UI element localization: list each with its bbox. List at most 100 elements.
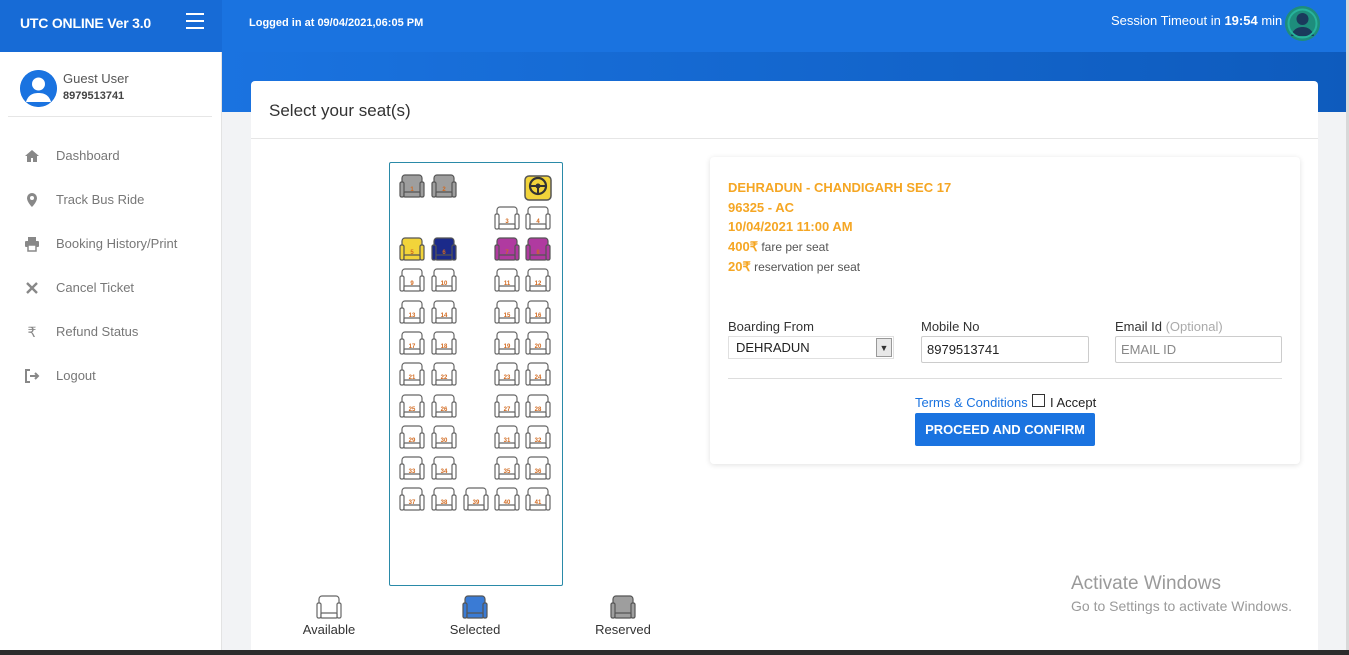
boarding-select[interactable]: DEHRADUN ▼: [728, 336, 894, 359]
seat-number: 35: [503, 469, 511, 475]
seat-32[interactable]: 32: [525, 424, 551, 450]
seat-number: 13: [408, 313, 416, 319]
logout-icon: [24, 368, 40, 384]
sidebar: Guest User 8979513741 Dashboard Track Bu…: [0, 52, 222, 655]
seat-40[interactable]: 40: [494, 486, 520, 512]
seat-27[interactable]: 27: [494, 393, 520, 419]
seat-number: 36: [534, 469, 542, 475]
seat-31[interactable]: 31: [494, 424, 520, 450]
seat-number: 9: [410, 281, 414, 287]
rupee-icon: ₹: [749, 238, 758, 254]
seat-34[interactable]: 34: [431, 455, 457, 481]
seat-20[interactable]: 20: [525, 330, 551, 356]
sidebar-item-booking-history[interactable]: Booking History/Print: [0, 226, 222, 262]
seat-1: 1: [399, 173, 425, 199]
seat-19[interactable]: 19: [494, 330, 520, 356]
sidebar-item-track-bus-ride[interactable]: Track Bus Ride: [0, 182, 222, 218]
seat-11[interactable]: 11: [494, 267, 520, 293]
seat-12[interactable]: 12: [525, 267, 551, 293]
seat-39[interactable]: 39: [463, 486, 489, 512]
seat-number: 5: [410, 250, 414, 256]
seat-37[interactable]: 37: [399, 486, 425, 512]
seat-17[interactable]: 17: [399, 330, 425, 356]
seat-5: 5: [399, 236, 425, 262]
sidebar-item-refund-status[interactable]: ₹ Refund Status: [0, 314, 222, 350]
legend-available: Available: [289, 594, 369, 637]
sidebar-item-label: Cancel Ticket: [56, 280, 135, 295]
seat-number: 40: [503, 500, 511, 506]
chevron-down-icon: ▼: [876, 338, 892, 357]
seat-7: 7: [494, 236, 520, 262]
seat-number: 2: [442, 187, 446, 193]
seat-number: 38: [440, 500, 448, 506]
seat-25[interactable]: 25: [399, 393, 425, 419]
seat-22[interactable]: 22: [431, 361, 457, 387]
seat-3[interactable]: 3: [494, 205, 520, 231]
user-panel: Guest User 8979513741: [0, 52, 222, 116]
seat-number: 8: [536, 250, 540, 256]
windows-activation-watermark: Activate Windows Go to Settings to activ…: [1071, 573, 1292, 614]
watermark-line2: Go to Settings to activate Windows.: [1071, 598, 1292, 614]
email-label: Email Id (Optional): [1115, 319, 1223, 334]
seat-15[interactable]: 15: [494, 299, 520, 325]
seat-33[interactable]: 33: [399, 455, 425, 481]
proceed-and-confirm-button[interactable]: PROCEED AND CONFIRM: [915, 413, 1095, 446]
seat-number: 24: [534, 375, 542, 381]
fare-line: 400₹ fare per seat: [728, 237, 951, 258]
trip-summary: DEHRADUN - CHANDIGARH SEC 17 96325 - AC …: [728, 178, 951, 278]
seat-21[interactable]: 21: [399, 361, 425, 387]
seat-38[interactable]: 38: [431, 486, 457, 512]
sidebar-item-label: Refund Status: [56, 324, 139, 339]
accept-label: I Accept: [1050, 395, 1097, 410]
seat-24[interactable]: 24: [525, 361, 551, 387]
seat-29[interactable]: 29: [399, 424, 425, 450]
seat-number: 41: [534, 500, 542, 506]
sidebar-item-cancel-ticket[interactable]: Cancel Ticket: [0, 270, 222, 306]
seat-36[interactable]: 36: [525, 455, 551, 481]
seat-number: 1: [410, 187, 414, 193]
seat-13[interactable]: 13: [399, 299, 425, 325]
terms-link[interactable]: Terms & Conditions: [915, 395, 1028, 410]
sidebar-item-dashboard[interactable]: Dashboard: [0, 138, 222, 174]
seat-number: 14: [440, 313, 448, 319]
seat-41[interactable]: 41: [525, 486, 551, 512]
seat-18[interactable]: 18: [431, 330, 457, 356]
app-title: UTC ONLINE Ver 3.0: [20, 15, 151, 31]
seat-4[interactable]: 4: [525, 205, 551, 231]
seat-16[interactable]: 16: [525, 299, 551, 325]
mobile-input[interactable]: [921, 336, 1089, 363]
bus-seat-layout: 1 2 3 4 5 6 7 8 9 10 11 12 13 14 15 16 17 18 19 20 21 22 23 24 2…: [389, 162, 563, 586]
seat-14[interactable]: 14: [431, 299, 457, 325]
seat-30[interactable]: 30: [431, 424, 457, 450]
seat-number: 28: [534, 407, 542, 413]
seat-9[interactable]: 9: [399, 267, 425, 293]
seat-number: 16: [534, 313, 542, 319]
seat-10[interactable]: 10: [431, 267, 457, 293]
profile-avatar-icon[interactable]: [1285, 6, 1320, 41]
fare-text: fare per seat: [757, 239, 829, 254]
seat-28[interactable]: 28: [525, 393, 551, 419]
fare-amount: 400: [728, 238, 750, 254]
seat-number: 11: [503, 281, 511, 287]
legend-label: Available: [302, 622, 356, 637]
rupee-icon: ₹: [742, 259, 751, 274]
email-input[interactable]: [1115, 336, 1282, 363]
session-prefix: Session Timeout in: [1111, 13, 1225, 28]
seat-number: 6: [442, 250, 446, 256]
seat-35[interactable]: 35: [494, 455, 520, 481]
accept-checkbox[interactable]: [1032, 394, 1045, 407]
mobile-label: Mobile No: [921, 319, 980, 334]
seat-number: 39: [472, 500, 480, 506]
panel-divider: [728, 378, 1282, 379]
sidebar-item-label: Booking History/Print: [56, 236, 178, 251]
hamburger-menu-icon[interactable]: [186, 13, 204, 29]
selected-seat-icon: [435, 594, 515, 620]
page-title: Select your seat(s): [269, 101, 411, 120]
seat-number: 32: [534, 438, 542, 444]
user-name: Guest User: [63, 71, 129, 86]
sidebar-item-logout[interactable]: Logout: [0, 358, 222, 394]
departure-datetime: 10/04/2021 11:00 AM: [728, 219, 853, 234]
card-divider: [251, 138, 1318, 139]
seat-23[interactable]: 23: [494, 361, 520, 387]
seat-26[interactable]: 26: [431, 393, 457, 419]
